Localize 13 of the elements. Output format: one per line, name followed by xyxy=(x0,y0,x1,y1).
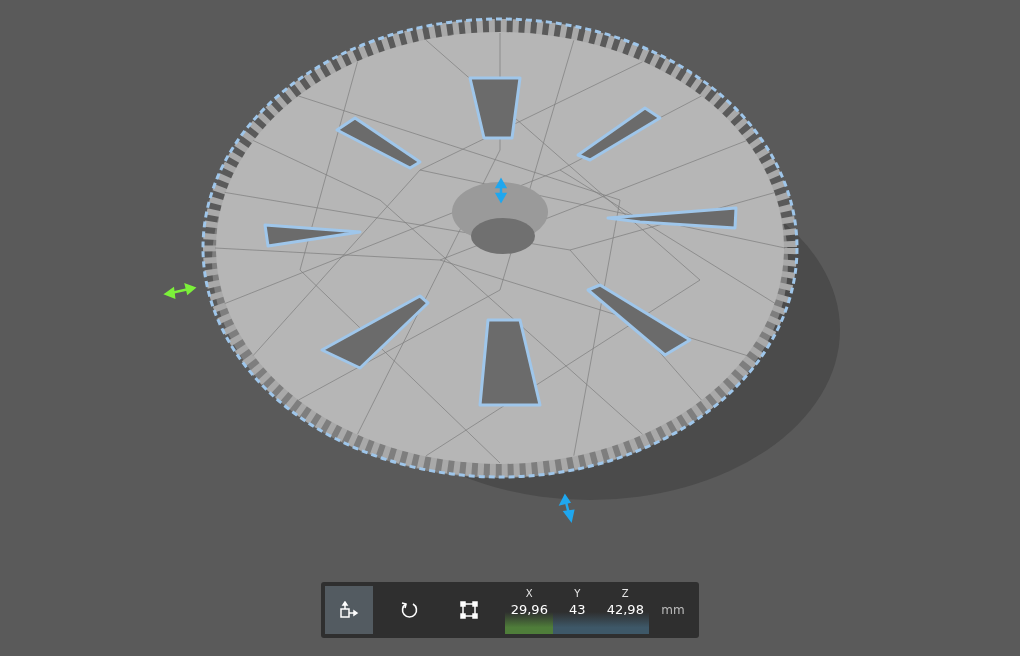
move-tool-button[interactable] xyxy=(325,586,374,634)
coordinate-value[interactable]: 43 xyxy=(569,602,586,617)
scale-icon xyxy=(460,601,479,619)
axis-label: Y xyxy=(574,588,581,599)
coordinate-value[interactable]: 29,96 xyxy=(510,602,548,617)
rotate-icon xyxy=(399,600,420,620)
double-arrow-icon[interactable] xyxy=(558,493,575,523)
unit-label: mm xyxy=(661,603,685,617)
coordinate-value[interactable]: 42,98 xyxy=(606,602,644,617)
double-arrow-icon[interactable] xyxy=(163,283,197,299)
axis-label: Z xyxy=(621,588,629,599)
move-icon xyxy=(339,601,360,619)
axis-label: X xyxy=(525,588,533,599)
